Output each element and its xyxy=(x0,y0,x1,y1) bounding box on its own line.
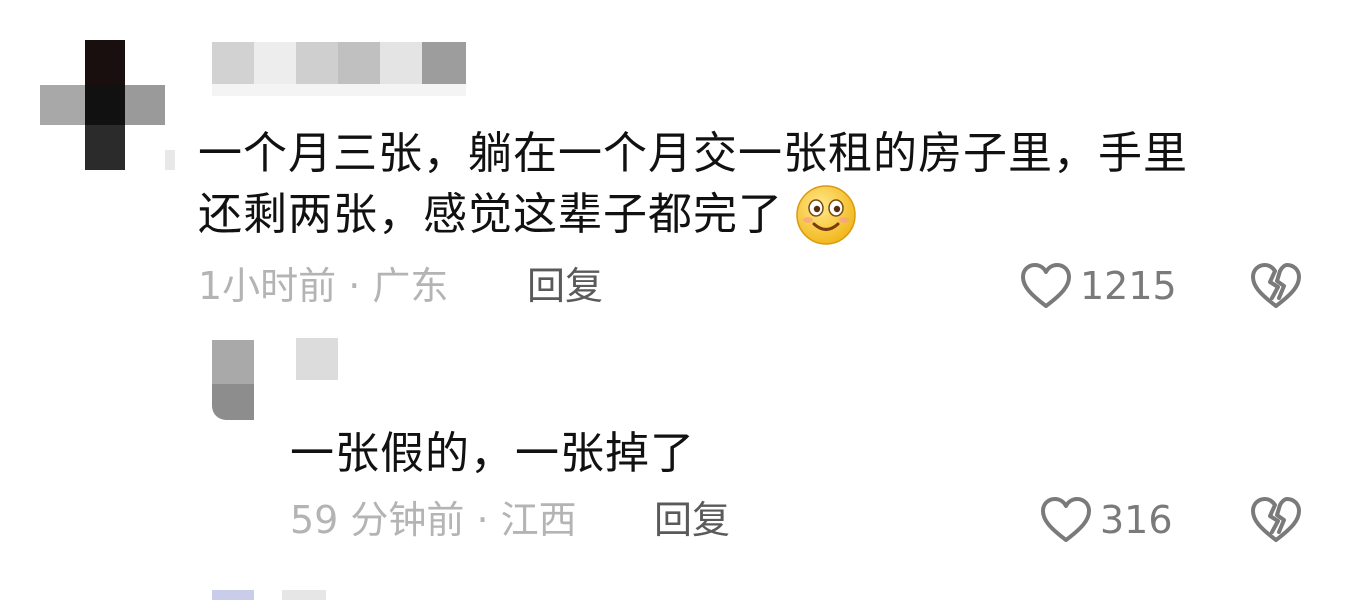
reply-button[interactable]: 回复 xyxy=(654,496,730,544)
heart-outline-icon xyxy=(1021,263,1071,308)
broken-heart-icon xyxy=(1251,263,1301,308)
comment-line: 一个月三张，躺在一个月交一张租的房子里，手里 xyxy=(198,128,1188,179)
dislike-button[interactable] xyxy=(1250,496,1302,548)
time-location: 59 分钟前 · 江西 xyxy=(290,498,577,542)
like-button[interactable]: 1215 xyxy=(1020,262,1177,310)
time-location: 1小时前 · 广东 xyxy=(198,264,449,308)
like-count: 316 xyxy=(1100,498,1173,542)
username[interactable] xyxy=(212,42,472,98)
reply-button[interactable]: 回复 xyxy=(527,262,603,310)
username[interactable] xyxy=(296,338,340,382)
dislike-button[interactable] xyxy=(1250,262,1302,314)
next-avatar-partial xyxy=(212,590,332,600)
comment-item: 一个月三张，躺在一个月交一张租的房子里，手里 还剩两张，感觉这辈子都完了 1小时… xyxy=(0,0,1357,320)
broken-heart-icon xyxy=(1251,497,1301,542)
avatar[interactable] xyxy=(212,340,254,424)
avatar[interactable] xyxy=(40,40,175,170)
reply-item: 一张假的，一张掉了 59 分钟前 · 江西 回复 316 xyxy=(0,330,1357,560)
like-count: 1215 xyxy=(1080,264,1177,308)
smile-emoji-icon xyxy=(796,185,856,245)
comment-line: 还剩两张，感觉这辈子都完了 xyxy=(198,184,1188,246)
comment-text: 一张假的，一张掉了 xyxy=(290,428,695,479)
heart-outline-icon xyxy=(1041,497,1091,542)
comment-text: 一个月三张，躺在一个月交一张租的房子里，手里 还剩两张，感觉这辈子都完了 xyxy=(198,124,1188,246)
like-button[interactable]: 316 xyxy=(1040,496,1173,544)
